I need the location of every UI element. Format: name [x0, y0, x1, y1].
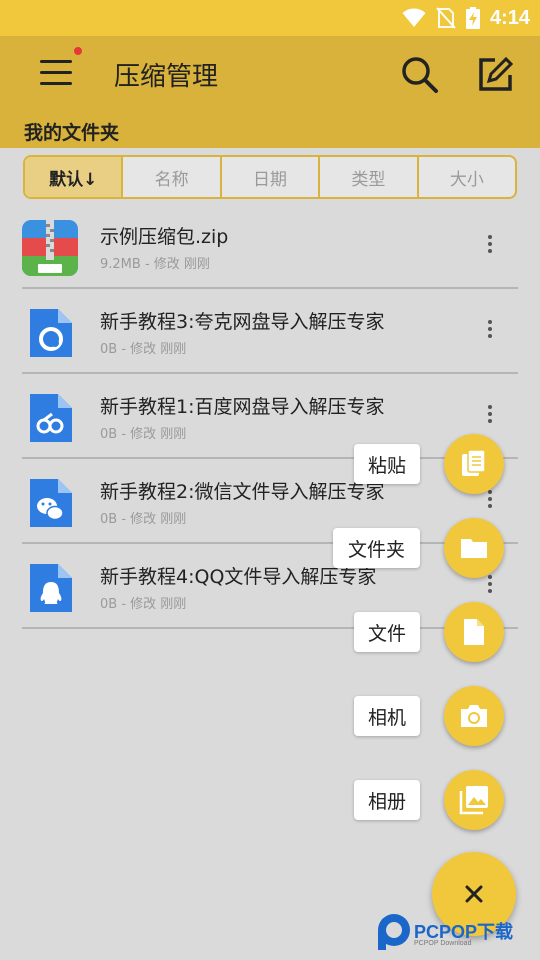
- gallery-icon: [459, 786, 488, 815]
- fab-item-gallery: 相册: [0, 766, 540, 830]
- fab-paste-button[interactable]: [444, 434, 504, 494]
- fab-label-camera[interactable]: 相机: [354, 696, 420, 736]
- menu-icon: [40, 60, 72, 63]
- page-title: 压缩管理: [114, 62, 219, 92]
- file-name: 新手教程3:夸克网盘导入解压专家: [100, 311, 385, 333]
- more-vert-icon: [488, 405, 492, 409]
- wifi-icon: [402, 8, 426, 27]
- status-icons: 4:14: [402, 6, 530, 30]
- edit-button[interactable]: [475, 55, 515, 95]
- file-icon: [464, 619, 484, 645]
- fab-item-paste: 粘贴: [0, 430, 540, 494]
- fab-file-button[interactable]: [444, 602, 504, 662]
- fab-item-file: 文件: [0, 598, 540, 662]
- fab-item-camera: 相机: [0, 682, 540, 746]
- close-icon: [465, 885, 483, 903]
- zip-archive-icon: [22, 220, 78, 276]
- fab-camera-button[interactable]: [444, 686, 504, 746]
- folder-icon: [461, 539, 487, 558]
- sort-bar: 默认↓ 名称 日期 类型 大小: [23, 155, 517, 199]
- menu-button[interactable]: [40, 58, 72, 88]
- no-sim-icon: [436, 7, 456, 29]
- sort-tab-size[interactable]: 大小: [416, 157, 515, 197]
- watermark: PCPOP下载 PCPOP Download: [374, 912, 540, 956]
- fab-label-paste[interactable]: 粘贴: [354, 444, 420, 484]
- sort-tab-date[interactable]: 日期: [219, 157, 318, 197]
- file-name: 新手教程1:百度网盘导入解压专家: [100, 396, 385, 418]
- battery-charging-icon: [465, 7, 480, 29]
- more-options-button[interactable]: [480, 232, 500, 258]
- fab-gallery-button[interactable]: [444, 770, 504, 830]
- status-time: 4:14: [489, 6, 530, 29]
- more-options-button[interactable]: [480, 317, 500, 343]
- more-options-button[interactable]: [480, 402, 500, 428]
- fab-item-folder: 文件夹: [0, 514, 540, 578]
- search-button[interactable]: [400, 55, 440, 95]
- notification-dot: [74, 47, 82, 55]
- more-vert-icon: [488, 235, 492, 239]
- camera-icon: [461, 705, 487, 727]
- search-icon: [402, 57, 438, 93]
- watermark-subtext: PCPOP Download: [414, 940, 472, 947]
- sort-tab-name[interactable]: 名称: [121, 157, 219, 197]
- divider: [22, 372, 518, 374]
- file-name: 示例压缩包.zip: [100, 226, 229, 248]
- fab-label-folder[interactable]: 文件夹: [333, 528, 420, 568]
- quark-file-icon: [30, 309, 72, 357]
- sort-tab-type[interactable]: 类型: [318, 157, 416, 197]
- divider: [22, 287, 518, 289]
- list-item[interactable]: 新手教程3:夸克网盘导入解压专家 0B - 修改 刚刚: [0, 295, 540, 380]
- section-label: 我的文件夹: [24, 122, 120, 144]
- paste-icon: [462, 449, 486, 476]
- more-vert-icon: [488, 320, 492, 324]
- list-item[interactable]: 示例压缩包.zip 9.2MB - 修改 刚刚: [0, 210, 540, 295]
- fab-label-file[interactable]: 文件: [354, 612, 420, 652]
- fab-label-gallery[interactable]: 相册: [354, 780, 420, 820]
- file-meta: 9.2MB - 修改 刚刚: [100, 257, 210, 272]
- edit-icon: [479, 56, 514, 91]
- status-bar: 4:14: [0, 0, 540, 36]
- file-meta: 0B - 修改 刚刚: [100, 342, 187, 357]
- fab-folder-button[interactable]: [444, 518, 504, 578]
- sort-tab-default[interactable]: 默认↓: [25, 157, 122, 197]
- pcpop-logo-icon: [378, 914, 410, 950]
